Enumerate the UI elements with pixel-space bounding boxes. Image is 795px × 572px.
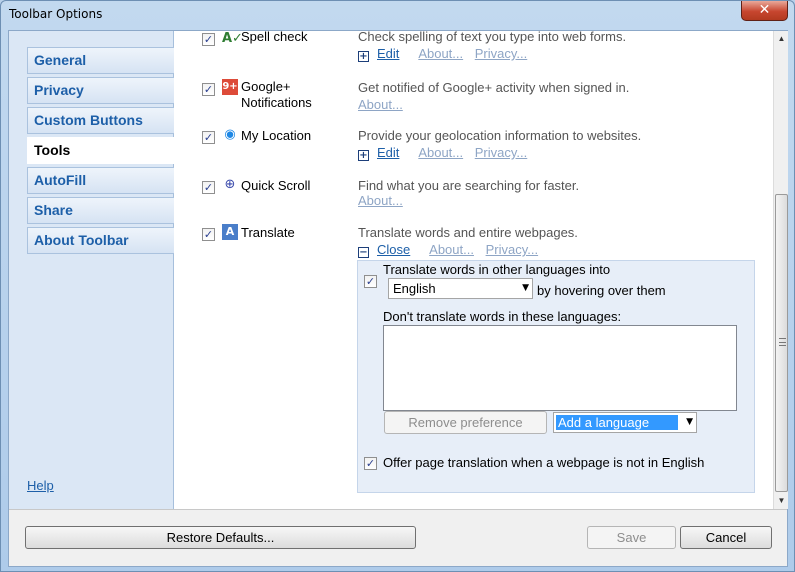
quick-scroll-about-link[interactable]: About... — [358, 193, 403, 208]
save-button[interactable]: Save — [587, 526, 676, 549]
translate-privacy-link[interactable]: Privacy... — [486, 242, 539, 257]
target-language-select[interactable]: English ▼ — [388, 278, 533, 299]
sidebar-item-custom-buttons[interactable]: Custom Buttons — [27, 107, 174, 134]
google-plus-icon: 9+ — [222, 79, 238, 95]
minus-icon: − — [358, 247, 369, 258]
chevron-down-icon: ▼ — [686, 417, 693, 427]
offer-translation-label: Offer page translation when a webpage is… — [383, 455, 705, 470]
translate-icon: A — [222, 224, 238, 240]
quick-scroll-icon: ⊕ — [224, 177, 236, 192]
translate-settings-panel: ✓ Translate words in other languages int… — [357, 260, 755, 493]
translate-name: Translate — [241, 225, 295, 240]
google-plus-description: Get notified of Google+ activity when si… — [358, 80, 630, 95]
window-title: Toolbar Options — [9, 7, 103, 21]
quick-scroll-name: Quick Scroll — [241, 178, 311, 193]
content-scrollbar[interactable]: ▲ ▼ — [773, 31, 788, 509]
spell-check-links: + Edit About... Privacy... — [358, 46, 535, 62]
spell-check-edit-link[interactable]: Edit — [377, 46, 399, 61]
plus-icon: + — [358, 51, 369, 62]
scroll-up-icon[interactable]: ▲ — [774, 31, 789, 47]
sidebar-item-autofill[interactable]: AutoFill — [27, 167, 174, 194]
quick-scroll-links: About... — [358, 193, 411, 208]
google-plus-name-line2: Notifications — [241, 95, 312, 110]
sidebar-item-general[interactable]: General — [27, 47, 174, 74]
sidebar-item-privacy[interactable]: Privacy — [27, 77, 174, 104]
my-location-edit-link[interactable]: Edit — [377, 145, 399, 160]
translate-links: − Close About... Privacy... — [358, 242, 546, 258]
dont-translate-label: Don't translate words in these languages… — [383, 309, 622, 324]
target-language-value: English — [393, 281, 436, 296]
sidebar-item-tools[interactable]: Tools — [27, 137, 175, 164]
add-language-value: Add a language — [556, 415, 678, 430]
google-plus-links: About... — [358, 97, 411, 112]
chevron-down-icon: ▼ — [522, 283, 529, 293]
quick-scroll-description: Find what you are searching for faster. — [358, 178, 580, 193]
spell-check-about-link[interactable]: About... — [418, 46, 463, 61]
tools-content-pane: ✓ A✓ Spell check Check spelling of text … — [174, 31, 773, 509]
toolbar-options-window: Toolbar Options ✕ General Privacy Custom… — [0, 0, 795, 572]
restore-defaults-button[interactable]: Restore Defaults... — [25, 526, 416, 549]
scroll-down-icon[interactable]: ▼ — [774, 493, 789, 509]
remove-preference-button[interactable]: Remove preference — [384, 411, 547, 434]
plus-icon: + — [358, 150, 369, 161]
sidebar-item-about-toolbar[interactable]: About Toolbar — [27, 227, 174, 254]
quick-scroll-checkbox[interactable]: ✓ — [202, 181, 215, 194]
sidebar-item-share[interactable]: Share — [27, 197, 174, 224]
scrollbar-grip-icon — [779, 338, 786, 346]
spell-check-privacy-link[interactable]: Privacy... — [475, 46, 528, 61]
spell-check-checkbox[interactable]: ✓ — [202, 33, 215, 46]
translate-close-link[interactable]: Close — [377, 242, 410, 257]
translate-about-link[interactable]: About... — [429, 242, 474, 257]
google-plus-notifications-checkbox[interactable]: ✓ — [202, 83, 215, 96]
scrollbar-thumb[interactable] — [775, 194, 788, 492]
translate-description: Translate words and entire webpages. — [358, 225, 578, 240]
my-location-name: My Location — [241, 128, 312, 143]
offer-translation-checkbox[interactable]: ✓ — [364, 457, 377, 470]
my-location-privacy-link[interactable]: Privacy... — [475, 145, 528, 160]
translate-words-label: Translate words in other languages into — [383, 262, 611, 277]
dialog-client-area: General Privacy Custom Buttons Tools Aut… — [8, 30, 788, 567]
close-window-button[interactable]: ✕ — [741, 1, 788, 21]
my-location-about-link[interactable]: About... — [418, 145, 463, 160]
translate-checkbox[interactable]: ✓ — [202, 228, 215, 241]
spell-check-description: Check spelling of text you type into web… — [358, 31, 627, 44]
spell-check-icon: A✓ — [222, 31, 243, 46]
hover-suffix-label: by hovering over them — [537, 283, 666, 298]
sidebar: General Privacy Custom Buttons Tools Aut… — [9, 31, 175, 509]
google-plus-about-link[interactable]: About... — [358, 97, 403, 112]
cancel-button[interactable]: Cancel — [680, 526, 772, 549]
my-location-description: Provide your geolocation information to … — [358, 128, 642, 143]
footer-divider — [9, 509, 787, 510]
help-link[interactable]: Help — [27, 478, 54, 493]
add-language-select[interactable]: Add a language ▼ — [553, 412, 697, 433]
my-location-links: + Edit About... Privacy... — [358, 145, 535, 161]
spell-check-name: Spell check — [241, 31, 308, 44]
wifi-location-icon: ◉ — [224, 127, 236, 142]
excluded-languages-list[interactable] — [383, 325, 737, 411]
my-location-checkbox[interactable]: ✓ — [202, 131, 215, 144]
translate-words-checkbox[interactable]: ✓ — [364, 275, 377, 288]
google-plus-name-line1: Google+ — [241, 79, 291, 94]
